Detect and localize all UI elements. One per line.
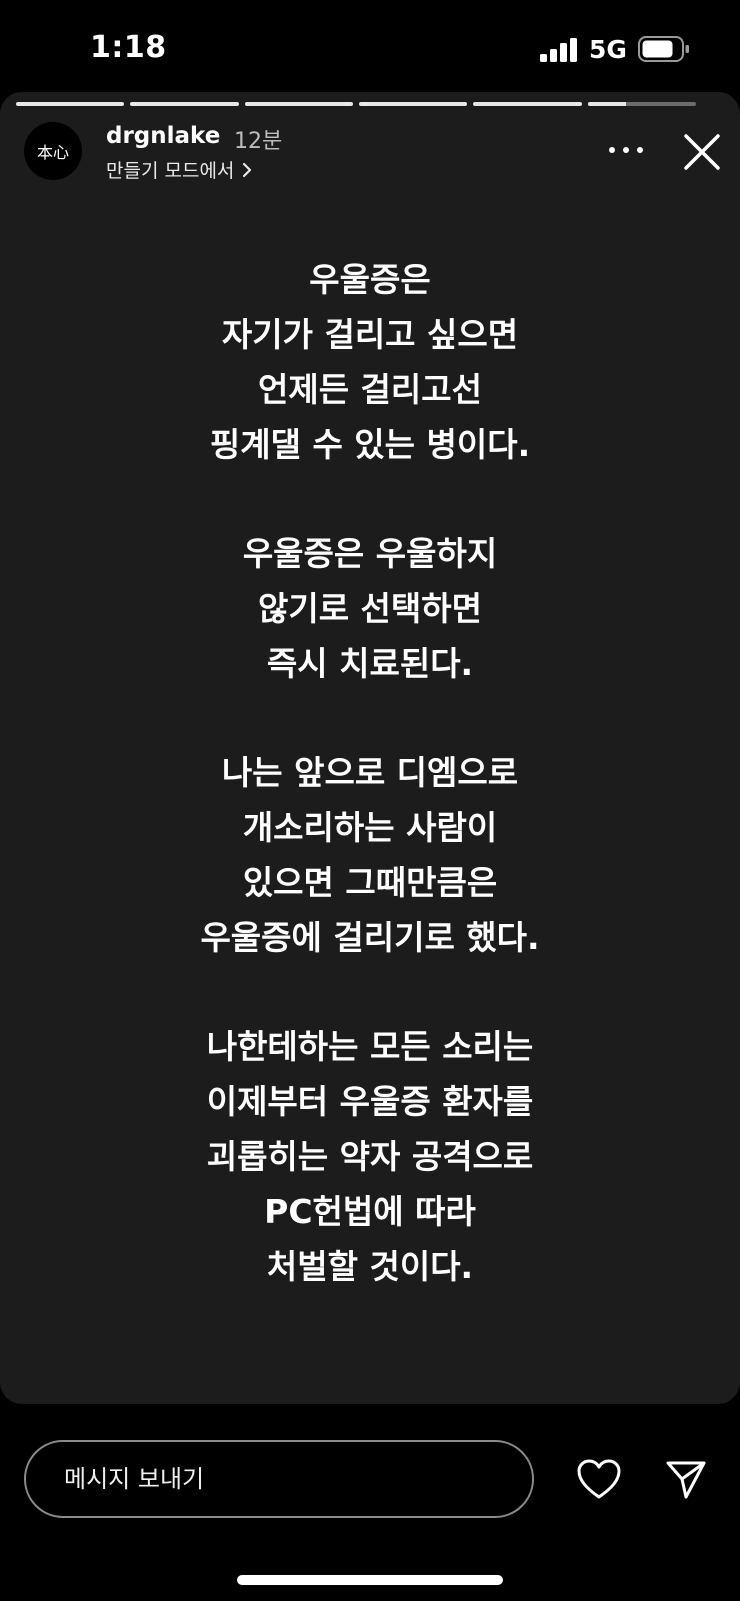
- create-mode-link[interactable]: 만들기 모드에서: [106, 156, 252, 183]
- username[interactable]: drgnlake: [106, 123, 220, 149]
- more-dots-icon[interactable]: [606, 142, 646, 158]
- create-mode-label: 만들기 모드에서: [106, 160, 235, 182]
- story-text-line: PC헌법에 따라: [264, 1192, 476, 1231]
- story-view[interactable]: 本心 drgnlake 12분 만들기 모드에서 우울증은자기가 걸리고 싶으면…: [0, 92, 740, 1404]
- story-text-line: 자기가 걸리고 싶으면: [221, 315, 519, 354]
- close-icon[interactable]: [682, 132, 722, 172]
- status-bar: 1:18 5G: [0, 0, 740, 92]
- story-text-line: 우울증에 걸리기로 했다.: [200, 918, 540, 957]
- story-text-line: 핑계댈 수 있는 병이다.: [209, 425, 531, 464]
- story-text: 우울증은 자기가 걸리고 싶으면 언제든 걸리고선 핑계댈 수 있는 병이다. 우울증은…: [0, 252, 740, 1348]
- story-stanza: 우울증은 우울하지않기로 선택하면즉시 치료된다.: [0, 526, 740, 691]
- story-stanza: 나한테하는 모든 소리는이제부터 우울증 환자를괴롭히는 약자 공격으로 PC헌법…: [0, 1019, 740, 1294]
- story-progress-segment: [358, 102, 468, 106]
- message-input[interactable]: [24, 1440, 534, 1518]
- story-progress-segment: [16, 102, 125, 106]
- status-time: 1:18: [90, 30, 167, 65]
- story-text-line: 나는 앞으로 디엠으로: [221, 753, 519, 792]
- story-text-line: 언제든 걸리고선: [257, 370, 482, 409]
- network-type-label: 5G: [589, 35, 627, 64]
- story-progress-segment: [130, 102, 239, 106]
- story-progress-fill: [358, 102, 468, 106]
- signal-bars-icon: [540, 38, 577, 62]
- send-icon[interactable]: [664, 1457, 708, 1501]
- avatar[interactable]: 本心: [24, 122, 82, 180]
- story-progress-segment: [473, 102, 582, 106]
- story-text-line: 우울증은 우울하지: [242, 534, 498, 573]
- story-stanza: 우울증은자기가 걸리고 싶으면언제든 걸리고선핑계댈 수 있는 병이다.: [0, 252, 740, 472]
- story-progress-fill: [587, 102, 626, 106]
- story-progress-segment: [587, 102, 696, 106]
- story-progress-fill: [473, 102, 582, 106]
- story-progress-fill: [244, 102, 353, 106]
- story-progress-fill: [16, 102, 125, 106]
- story-text-line: 나한테하는 모든 소리는: [206, 1027, 534, 1066]
- story-text-line: 않기로 선택하면: [257, 589, 482, 628]
- story-progress-fill: [130, 102, 239, 106]
- heart-icon[interactable]: [576, 1458, 622, 1500]
- story-stanza: 나는 앞으로 디엠으로개소리하는 사람이있으면 그때만큼은우울증에 걸리기로 했…: [0, 745, 740, 965]
- story-text-line: 우울증은: [309, 260, 431, 299]
- story-text-line: 처벌할 것이다.: [266, 1247, 474, 1286]
- story-text-line: 괴롭히는 약자 공격으로: [206, 1137, 534, 1176]
- story-text-line: 있으면 그때만큼은: [242, 863, 498, 902]
- story-text-line: 이제부터 우울증 환자를: [206, 1082, 534, 1121]
- chevron-right-icon: [243, 162, 252, 177]
- battery-icon: [638, 36, 689, 62]
- story-timestamp: 12분: [234, 129, 283, 154]
- story-progress-segment: [244, 102, 353, 106]
- story-text-line: 개소리하는 사람이: [242, 808, 498, 847]
- story-progress-bars: [16, 102, 696, 106]
- story-text-line: 즉시 치료된다.: [266, 644, 474, 683]
- home-indicator: [237, 1575, 503, 1585]
